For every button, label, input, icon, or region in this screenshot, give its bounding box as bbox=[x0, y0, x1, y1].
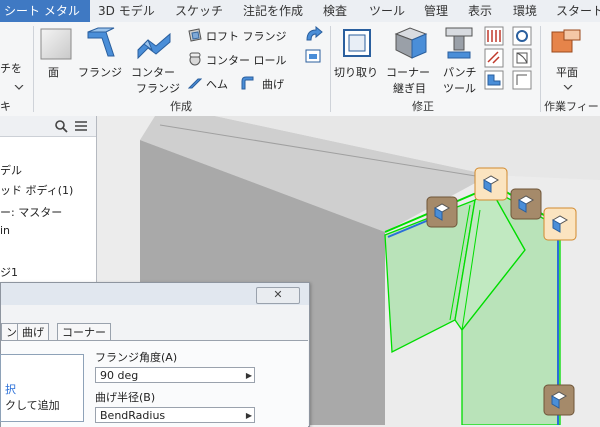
edge-select-glyph[interactable] bbox=[510, 188, 542, 220]
flat-pattern-button[interactable]: 平面 bbox=[556, 64, 578, 80]
flat-pattern-icon[interactable] bbox=[550, 28, 582, 58]
punch-tool-icon[interactable] bbox=[444, 26, 474, 60]
tab-environments[interactable]: 環境 bbox=[513, 0, 537, 22]
contour-flange-label-1[interactable]: コンター bbox=[131, 64, 175, 80]
hem-button[interactable]: ヘム bbox=[206, 76, 228, 92]
modify-small-icon-4[interactable] bbox=[512, 26, 532, 46]
corner-seam-icon[interactable] bbox=[394, 26, 428, 60]
edge-select-glyph[interactable] bbox=[543, 207, 577, 241]
tree-item-model[interactable]: デル bbox=[0, 162, 22, 178]
tab-annotate[interactable]: 注記を作成 bbox=[243, 0, 303, 22]
flange-icon[interactable] bbox=[84, 26, 120, 60]
partial-button-label[interactable]: チを bbox=[0, 60, 22, 76]
tab-tools[interactable]: ツール bbox=[369, 0, 405, 22]
flange-angle-value: 90 deg bbox=[100, 369, 139, 382]
contour-flange-icon[interactable] bbox=[136, 26, 172, 60]
modify-small-icon-6[interactable] bbox=[512, 70, 532, 90]
loft-flange-button[interactable]: ロフト フランジ bbox=[206, 28, 287, 44]
modify-small-icon-3[interactable] bbox=[484, 70, 504, 90]
create-group-label: 作成 bbox=[170, 100, 192, 113]
modify-small-icon-2[interactable] bbox=[484, 48, 504, 68]
tab-sketch[interactable]: スケッチ bbox=[175, 0, 223, 22]
cut-button[interactable]: 切り取り bbox=[334, 64, 378, 80]
punch-tool-label-1[interactable]: パンチ bbox=[443, 64, 477, 80]
flat-pattern-group-label: 作業フィー bbox=[544, 100, 599, 113]
modify-small-icon-1[interactable] bbox=[484, 26, 504, 46]
tree-item-flange1[interactable]: ジ1 bbox=[0, 264, 18, 280]
arrow-right-icon[interactable]: ▶ bbox=[246, 368, 252, 384]
extra-create-icon-2[interactable] bbox=[304, 48, 324, 66]
bend-button[interactable]: 曲げ bbox=[262, 76, 284, 92]
edge-select-glyph[interactable] bbox=[474, 167, 508, 201]
tree-item-view-master[interactable]: ー: マスター bbox=[0, 204, 62, 220]
menu-icon[interactable] bbox=[74, 119, 88, 133]
search-icon[interactable] bbox=[54, 119, 68, 133]
hem-icon[interactable] bbox=[187, 76, 203, 90]
cut-icon[interactable] bbox=[342, 28, 372, 58]
flange-button[interactable]: フランジ bbox=[78, 64, 122, 80]
tab-get-started[interactable]: スタート bbox=[556, 0, 600, 22]
flange-angle-input[interactable]: 90 deg ▶ bbox=[95, 367, 255, 383]
close-button[interactable]: ✕ bbox=[256, 287, 300, 304]
tab-view[interactable]: 表示 bbox=[468, 0, 492, 22]
partial-group-label: キ bbox=[0, 100, 11, 113]
select-edges-text: 択 bbox=[5, 383, 16, 396]
bend-radius-value: BendRadius bbox=[100, 409, 166, 422]
tab-3d-model[interactable]: 3D モデル bbox=[98, 0, 155, 22]
tab-corner[interactable]: コーナー bbox=[57, 323, 111, 341]
tab-manage[interactable]: 管理 bbox=[424, 0, 448, 22]
dropdown-arrow-icon bbox=[14, 80, 24, 90]
ribbon-tab-bar: シート メタル 3D モデル スケッチ 注記を作成 検査 ツール 管理 表示 環… bbox=[0, 0, 600, 23]
modify-small-icon-5[interactable] bbox=[512, 48, 532, 68]
bend-icon[interactable] bbox=[240, 76, 254, 90]
modify-group-label: 修正 bbox=[412, 100, 434, 113]
contour-roll-icon[interactable] bbox=[188, 52, 202, 66]
edge-selection-list[interactable]: 択 クして追加 bbox=[0, 354, 84, 422]
edge-select-glyph[interactable] bbox=[543, 384, 575, 416]
arrow-right-icon[interactable]: ▶ bbox=[246, 408, 252, 424]
face-icon[interactable] bbox=[40, 28, 72, 60]
loft-flange-icon[interactable] bbox=[188, 28, 202, 42]
contour-flange-label-2[interactable]: フランジ bbox=[136, 80, 180, 96]
tab-sheet-metal[interactable]: シート メタル bbox=[0, 0, 90, 22]
punch-tool-label-2[interactable]: ツール bbox=[443, 80, 476, 96]
bend-radius-label: 曲げ半径(B) bbox=[95, 391, 156, 404]
ribbon-separator bbox=[540, 26, 541, 112]
tab-bend[interactable]: 曲げ bbox=[17, 323, 49, 341]
browser-header bbox=[0, 116, 96, 137]
corner-seam-label-1[interactable]: コーナー bbox=[386, 64, 430, 80]
tab-inspect[interactable]: 検査 bbox=[323, 0, 347, 22]
bend-radius-input[interactable]: BendRadius ▶ bbox=[95, 407, 255, 423]
extra-create-icon-1[interactable] bbox=[304, 25, 324, 44]
ribbon-panel: チを キ 面 フランジ コンター フランジ ロフト フランジ コンター ロール … bbox=[0, 22, 600, 117]
corner-seam-label-2[interactable]: 継ぎ目 bbox=[393, 80, 426, 96]
ribbon-separator bbox=[330, 26, 331, 112]
ribbon-separator bbox=[33, 26, 34, 112]
contour-roll-button[interactable]: コンター ロール bbox=[206, 52, 287, 68]
face-button[interactable]: 面 bbox=[48, 64, 59, 80]
click-to-add-text: クして追加 bbox=[5, 399, 60, 412]
flange-angle-label: フランジ角度(A) bbox=[95, 351, 178, 364]
dropdown-arrow-icon bbox=[563, 80, 573, 90]
tree-item-solid-bodies[interactable]: ッド ボディ(1) bbox=[0, 182, 73, 198]
tree-item-origin[interactable]: in bbox=[0, 224, 10, 237]
edge-select-glyph[interactable] bbox=[426, 196, 458, 228]
